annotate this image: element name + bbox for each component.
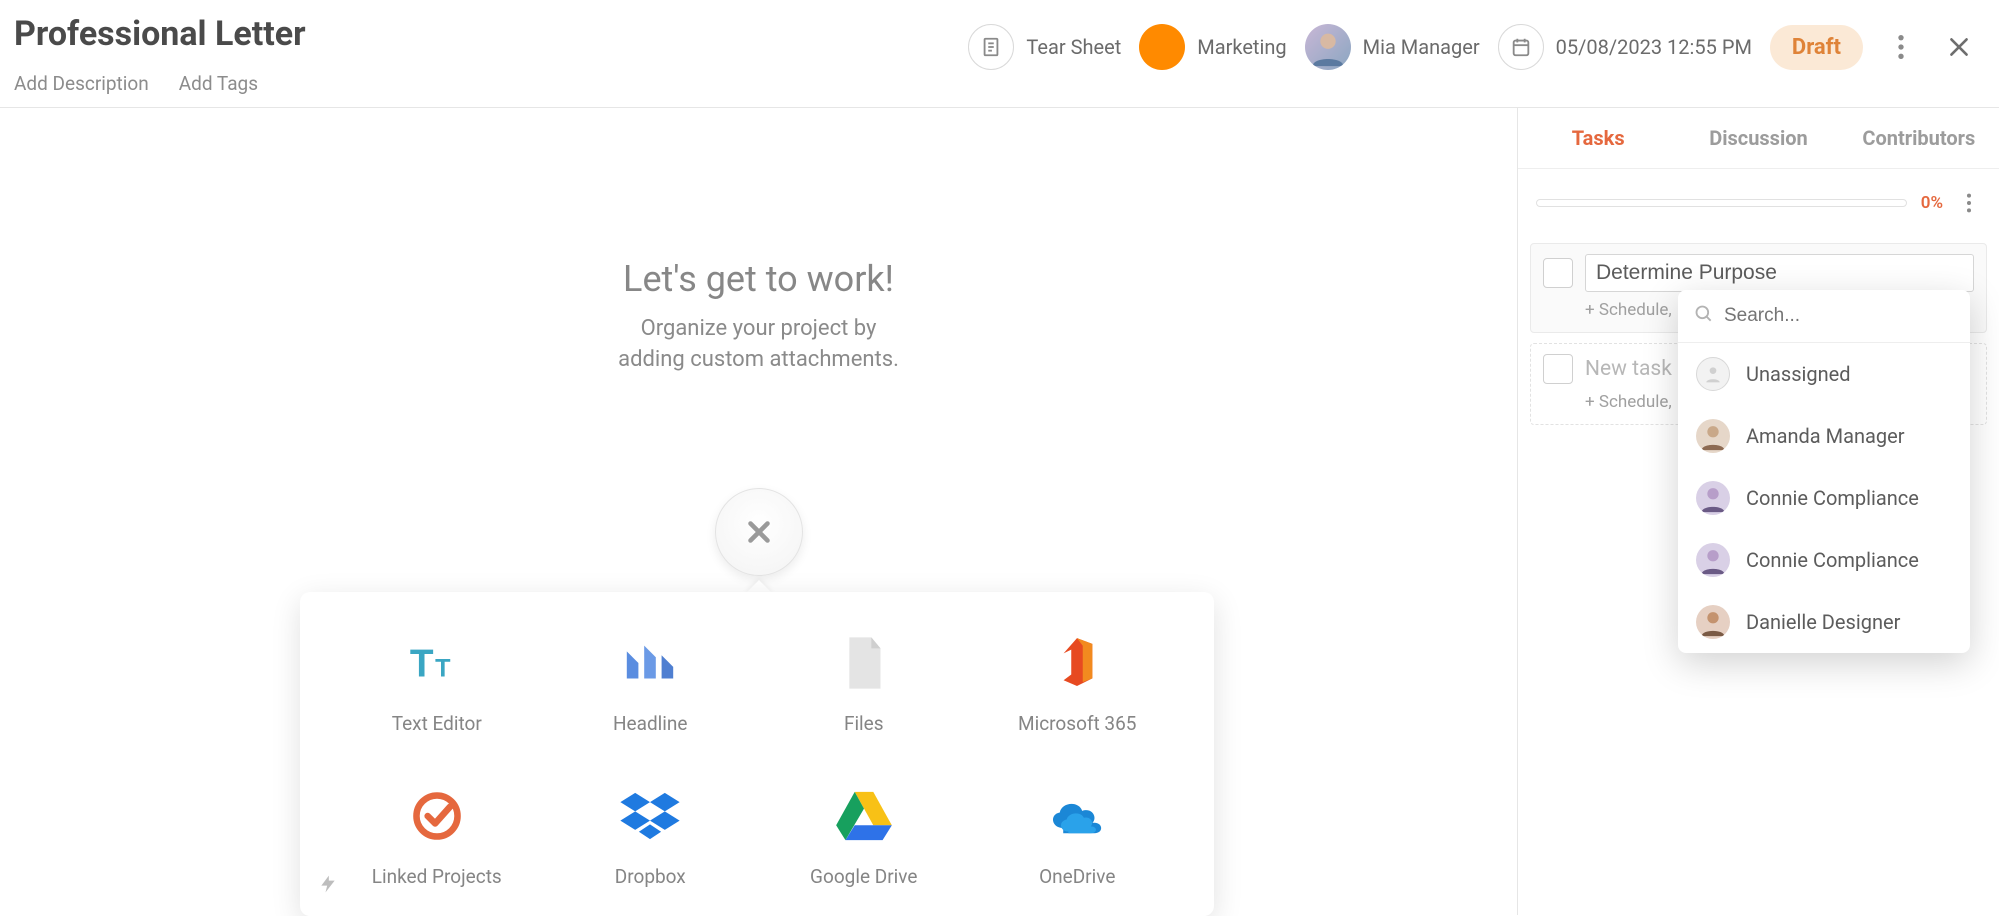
attachment-linked-projects[interactable]: Linked Projects <box>330 785 544 888</box>
attachment-ms365[interactable]: Microsoft 365 <box>971 632 1185 735</box>
marketing-label: Marketing <box>1197 35 1286 59</box>
text-editor-icon: TT <box>406 632 468 694</box>
meta-links: Add Description Add Tags <box>14 72 306 95</box>
attachment-dropbox[interactable]: Dropbox <box>544 785 758 888</box>
task-title-input[interactable] <box>1585 254 1974 292</box>
main: Let's get to work! Organize your project… <box>0 108 1999 915</box>
assignee-option[interactable]: Danielle Designer <box>1678 591 1970 653</box>
assignee-option[interactable]: Connie Compliance <box>1678 467 1970 529</box>
header-left: Professional Letter Add Description Add … <box>14 14 306 95</box>
calendar-icon <box>1498 24 1544 70</box>
datetime-chip[interactable]: 05/08/2023 12:55 PM <box>1498 24 1752 70</box>
tear-sheet-chip[interactable]: Tear Sheet <box>968 24 1121 70</box>
attachment-label: Linked Projects <box>372 865 502 888</box>
assignee-dropdown: Unassigned Amanda Manager Connie Complia… <box>1678 290 1970 653</box>
attachment-grid: TT Text Editor Headline Files <box>330 632 1184 888</box>
attachment-label: OneDrive <box>1039 865 1115 888</box>
assignee-option-label: Danielle Designer <box>1746 610 1900 634</box>
svg-text:T: T <box>435 655 451 683</box>
header-right: Tear Sheet Marketing Mia Manager 05/08/2… <box>968 14 1979 70</box>
close-button[interactable] <box>1939 27 1979 67</box>
attachment-picker-panel: TT Text Editor Headline Files <box>300 592 1214 916</box>
progress-bar <box>1536 199 1907 207</box>
assignee-option-unassigned[interactable]: Unassigned <box>1678 343 1970 405</box>
assignee-option-label: Connie Compliance <box>1746 486 1919 510</box>
attachment-label: Text Editor <box>392 712 482 735</box>
task-new-placeholder: New task <box>1585 357 1672 381</box>
avatar-icon <box>1696 543 1730 577</box>
attachment-text-editor[interactable]: TT Text Editor <box>330 632 544 735</box>
marketing-avatar-icon <box>1139 24 1185 70</box>
attachment-files[interactable]: Files <box>757 632 971 735</box>
sidebar-tabs: Tasks Discussion Contributors <box>1518 108 1999 169</box>
task-checkbox[interactable] <box>1543 258 1573 288</box>
datetime-label: 05/08/2023 12:55 PM <box>1556 35 1752 59</box>
avatar-icon <box>1696 419 1730 453</box>
empty-subtitle-line2: adding custom attachments. <box>618 345 899 376</box>
empty-subtitle-line1: Organize your project by <box>618 314 899 345</box>
assignee-option-label: Amanda Manager <box>1746 424 1905 448</box>
marketing-chip[interactable]: Marketing <box>1139 24 1286 70</box>
tasks-more-button[interactable] <box>1957 183 1981 223</box>
assignee-option[interactable]: Amanda Manager <box>1678 405 1970 467</box>
tab-contributors[interactable]: Contributors <box>1839 108 1999 168</box>
attachment-google-drive[interactable]: Google Drive <box>757 785 971 888</box>
attachment-onedrive[interactable]: OneDrive <box>971 785 1185 888</box>
ms365-icon <box>1046 632 1108 694</box>
avatar-blank-icon <box>1696 357 1730 391</box>
add-description-link[interactable]: Add Description <box>14 72 149 95</box>
page-title: Professional Letter <box>14 14 306 54</box>
assignee-search-input[interactable] <box>1724 305 1954 327</box>
task-checkbox[interactable] <box>1543 354 1573 384</box>
add-tags-link[interactable]: Add Tags <box>179 72 258 95</box>
assignee-option-label: Unassigned <box>1746 362 1851 386</box>
tab-discussion[interactable]: Discussion <box>1678 108 1838 168</box>
more-menu-button[interactable] <box>1881 27 1921 67</box>
tear-sheet-label: Tear Sheet <box>1026 35 1121 59</box>
tear-sheet-icon <box>968 24 1014 70</box>
sidebar: Tasks Discussion Contributors 0% + Sched… <box>1517 108 1999 915</box>
google-drive-icon <box>833 785 895 847</box>
attachment-headline[interactable]: Headline <box>544 632 758 735</box>
linked-projects-icon <box>406 785 468 847</box>
close-attachment-picker-button[interactable] <box>715 488 803 576</box>
task-row <box>1543 254 1974 292</box>
attachment-label: Headline <box>613 712 688 735</box>
svg-text:T: T <box>410 643 434 686</box>
canvas: Let's get to work! Organize your project… <box>0 108 1517 915</box>
empty-title: Let's get to work! <box>618 258 899 300</box>
progress-percent: 0% <box>1921 193 1943 213</box>
search-icon <box>1694 304 1714 328</box>
bolt-icon <box>318 872 338 902</box>
assignee-option-label: Connie Compliance <box>1746 548 1919 572</box>
status-badge[interactable]: Draft <box>1770 25 1863 70</box>
assignee-search-row <box>1678 290 1970 343</box>
attachment-label: Google Drive <box>810 865 917 888</box>
avatar-icon <box>1696 481 1730 515</box>
progress-row: 0% <box>1518 169 1999 233</box>
onedrive-icon <box>1046 785 1108 847</box>
attachment-label: Microsoft 365 <box>1018 712 1136 735</box>
assignee-option[interactable]: Connie Compliance <box>1678 529 1970 591</box>
dropbox-icon <box>619 785 681 847</box>
tab-tasks[interactable]: Tasks <box>1518 108 1678 168</box>
empty-state: Let's get to work! Organize your project… <box>618 258 899 376</box>
attachment-label: Files <box>844 712 884 735</box>
task-schedule-link[interactable]: + Schedule, <box>1585 392 1672 412</box>
manager-avatar-icon <box>1305 24 1351 70</box>
headline-icon <box>619 632 681 694</box>
files-icon <box>833 632 895 694</box>
header-bar: Professional Letter Add Description Add … <box>0 0 1999 108</box>
task-schedule-link[interactable]: + Schedule, <box>1585 300 1672 320</box>
avatar-icon <box>1696 605 1730 639</box>
manager-chip[interactable]: Mia Manager <box>1305 24 1480 70</box>
attachment-label: Dropbox <box>615 865 686 888</box>
manager-label: Mia Manager <box>1363 35 1480 59</box>
